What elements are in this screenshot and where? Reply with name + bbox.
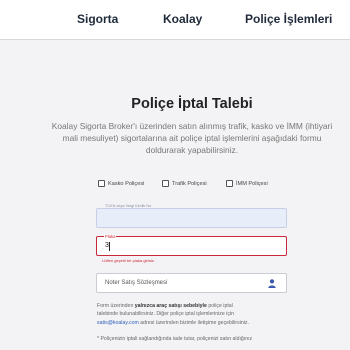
plaka-input[interactable]: Plaka 3 — [96, 234, 287, 256]
trafik-checkbox[interactable]: Trafik Poliçesi — [162, 180, 207, 187]
kasko-checkbox[interactable]: Kasko Poliçesi — [98, 180, 144, 187]
info-line: Form üzerinden yalnızca araç satışı sebe… — [97, 303, 233, 309]
nav-item-koalay[interactable]: Koalay — [163, 12, 202, 26]
info-emphasis: yalnızca araç satışı sebebiyle — [134, 303, 207, 309]
note-line: * Poliçenizin iptali sağlandığında iade … — [97, 336, 253, 342]
imm-checkbox[interactable]: İMM Poliçesi — [226, 180, 268, 187]
noter-upload-input[interactable]: Noter Satış Sözleşmesi — [96, 273, 287, 293]
page-title: Poliçe İptal Talebi — [131, 96, 253, 112]
trafik-checkbox-label: Trafik Poliçesi — [172, 180, 207, 187]
intro-line: mali mesuliyet) sigortalarına ait poliçe… — [62, 133, 322, 143]
intro-line: doldurarak yapabilirsiniz. — [145, 145, 239, 155]
noter-placeholder: Noter Satış Sözleşmesi — [105, 280, 168, 286]
nav-item-police-islemleri[interactable]: Poliçe İşlemleri — [245, 12, 332, 26]
nav-item-sigorta[interactable]: Sigorta — [77, 12, 118, 26]
intro-text: Koalay Sigorta Broker'ı üzerinden satın … — [0, 120, 350, 156]
user-upload-icon[interactable] — [268, 279, 276, 288]
email-link[interactable]: satis@koalay.com — [97, 320, 139, 326]
top-navigation: Sigorta Koalay Poliçe İşlemleri — [0, 0, 350, 40]
imm-checkbox-label: İMM Poliçesi — [236, 180, 268, 187]
tc-vergi-label: TCKN veya Vergi Kimlik No — [105, 204, 152, 208]
tc-vergi-input[interactable]: TCKN veya Vergi Kimlik No — [96, 204, 287, 228]
info-line: talebinde bulunabilirsiniz. Diğer poliçe… — [97, 311, 234, 318]
info-line: satis@koalay.com adresi üzerinden biziml… — [97, 319, 249, 326]
checkbox-box[interactable] — [98, 180, 105, 187]
policy-type-checkboxes: Kasko Poliçesi Trafik Poliçesi İMM Poliç… — [0, 180, 350, 192]
checkbox-box[interactable] — [226, 180, 233, 187]
info-text: Form üzerinden yalnızca araç satışı sebe… — [97, 302, 287, 327]
intro-line: Koalay Sigorta Broker'ı üzerinden satın … — [51, 121, 333, 131]
refund-note: * Poliçenizin iptali sağlandığında iade … — [97, 335, 287, 343]
checkbox-box[interactable] — [162, 180, 169, 187]
kasko-checkbox-label: Kasko Poliçesi — [108, 180, 145, 187]
text-caret — [109, 242, 110, 251]
plaka-label: Plaka — [104, 234, 117, 239]
plaka-error-message: Lütfen geçerli bir plaka giriniz. — [102, 258, 155, 263]
